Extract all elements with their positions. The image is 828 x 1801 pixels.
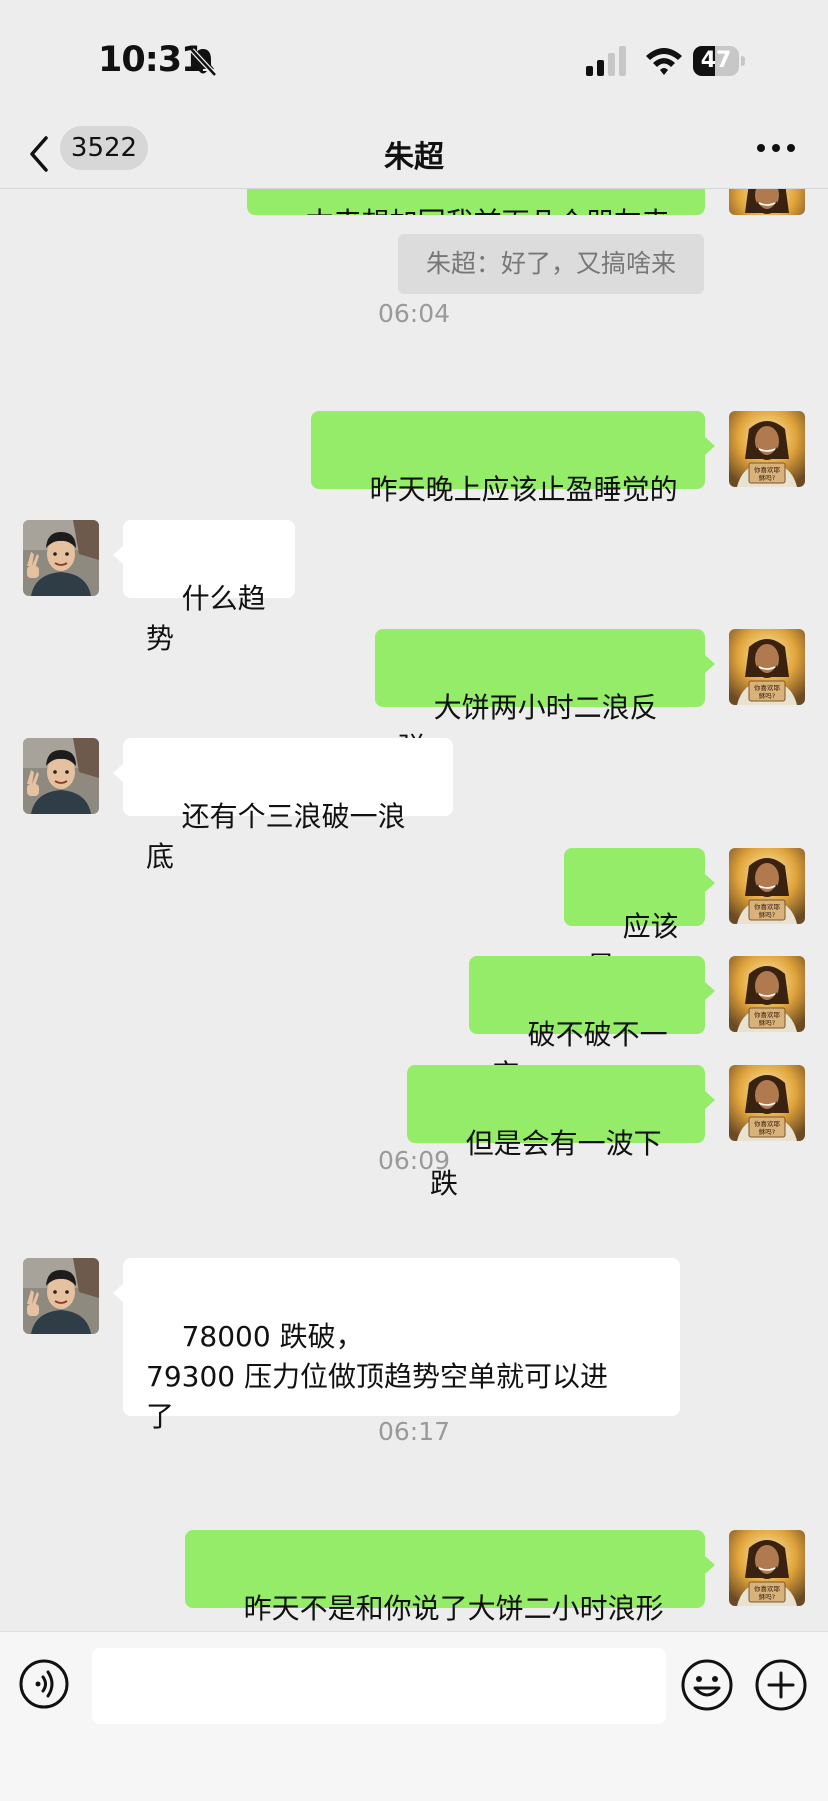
avatar-me[interactable] xyxy=(729,848,805,924)
jesus-avatar-image xyxy=(729,1065,805,1141)
wifi-icon xyxy=(646,48,682,75)
message-bubble[interactable]: 还有个三浪破一浪底 xyxy=(113,738,453,873)
avatar-me[interactable] xyxy=(729,956,805,1032)
status-bar: 10:31 47 xyxy=(0,0,828,120)
contact-avatar-image xyxy=(23,738,99,814)
message-text: 什么趋势 xyxy=(146,582,266,655)
jesus-avatar-image xyxy=(729,411,805,487)
jesus-avatar-image xyxy=(729,956,805,1032)
message-bubble[interactable]: 78000 跌破， 79300 压力位做顶趋势空单就可以进 了 xyxy=(113,1258,680,1433)
bell-slash-icon xyxy=(190,48,217,77)
avatar-me[interactable] xyxy=(729,189,805,215)
timestamp: 06:09 xyxy=(377,1146,451,1175)
more-icon[interactable] xyxy=(756,142,796,154)
message-list[interactable]: 本来想加回我前面几个朋友来 朱超：好了，又搞啥来 06:04 昨天晚上应该止盈睡… xyxy=(0,189,828,1631)
message-bubble[interactable]: 但是会有一波下跌 xyxy=(407,1065,715,1200)
avatar-me[interactable] xyxy=(729,1065,805,1141)
message-text: 本来想加回我前面几个朋友来 xyxy=(306,206,670,215)
message-bubble[interactable]: 破不破不一定 xyxy=(469,956,715,1091)
input-bar xyxy=(0,1631,828,1801)
jesus-avatar-image xyxy=(729,1530,805,1606)
avatar-contact[interactable] xyxy=(23,738,99,814)
battery-level: 47 xyxy=(700,48,732,73)
contact-avatar-image xyxy=(23,1258,99,1334)
avatar-me[interactable] xyxy=(729,629,805,705)
message-bubble[interactable]: 什么趋势 xyxy=(113,520,295,655)
jesus-avatar-image xyxy=(729,629,805,705)
jesus-avatar-image xyxy=(729,848,805,924)
message-text: 昨天晚上应该止盈睡觉的 xyxy=(369,473,678,506)
avatar-me[interactable] xyxy=(729,411,805,487)
system-message: 朱超：好了，又搞啥来 xyxy=(398,234,704,294)
contact-avatar-image xyxy=(23,520,99,596)
message-bubble[interactable]: 大饼两小时二浪反弹 xyxy=(375,629,715,764)
timestamp: 06:04 xyxy=(377,299,451,328)
emoji-icon[interactable] xyxy=(680,1658,734,1712)
avatar-contact[interactable] xyxy=(23,1258,99,1334)
voice-icon[interactable] xyxy=(18,1658,70,1710)
avatar-me[interactable] xyxy=(729,1530,805,1606)
timestamp: 06:17 xyxy=(377,1417,451,1446)
message-input[interactable] xyxy=(92,1648,666,1724)
message-bubble[interactable]: 昨天晚上应该止盈睡觉的 xyxy=(311,411,715,506)
message-text: 昨天不是和你说了大饼二小时浪形 xyxy=(243,1592,664,1625)
plus-icon[interactable] xyxy=(754,1658,808,1712)
message-bubble[interactable]: 昨天不是和你说了大饼二小时浪形 xyxy=(185,1530,715,1625)
battery-icon: 47 xyxy=(693,46,745,76)
signal-icon xyxy=(586,46,626,76)
message-bubble[interactable]: 应该是 xyxy=(564,848,715,983)
message-text: 还有个三浪破一浪底 xyxy=(146,800,406,873)
chat-title: 朱超 xyxy=(384,140,444,175)
message-bubble[interactable]: 本来想加回我前面几个朋友来 xyxy=(247,189,705,215)
chat-header: 3522 朱超 xyxy=(0,120,828,189)
jesus-avatar-image xyxy=(729,189,805,215)
avatar-contact[interactable] xyxy=(23,520,99,596)
